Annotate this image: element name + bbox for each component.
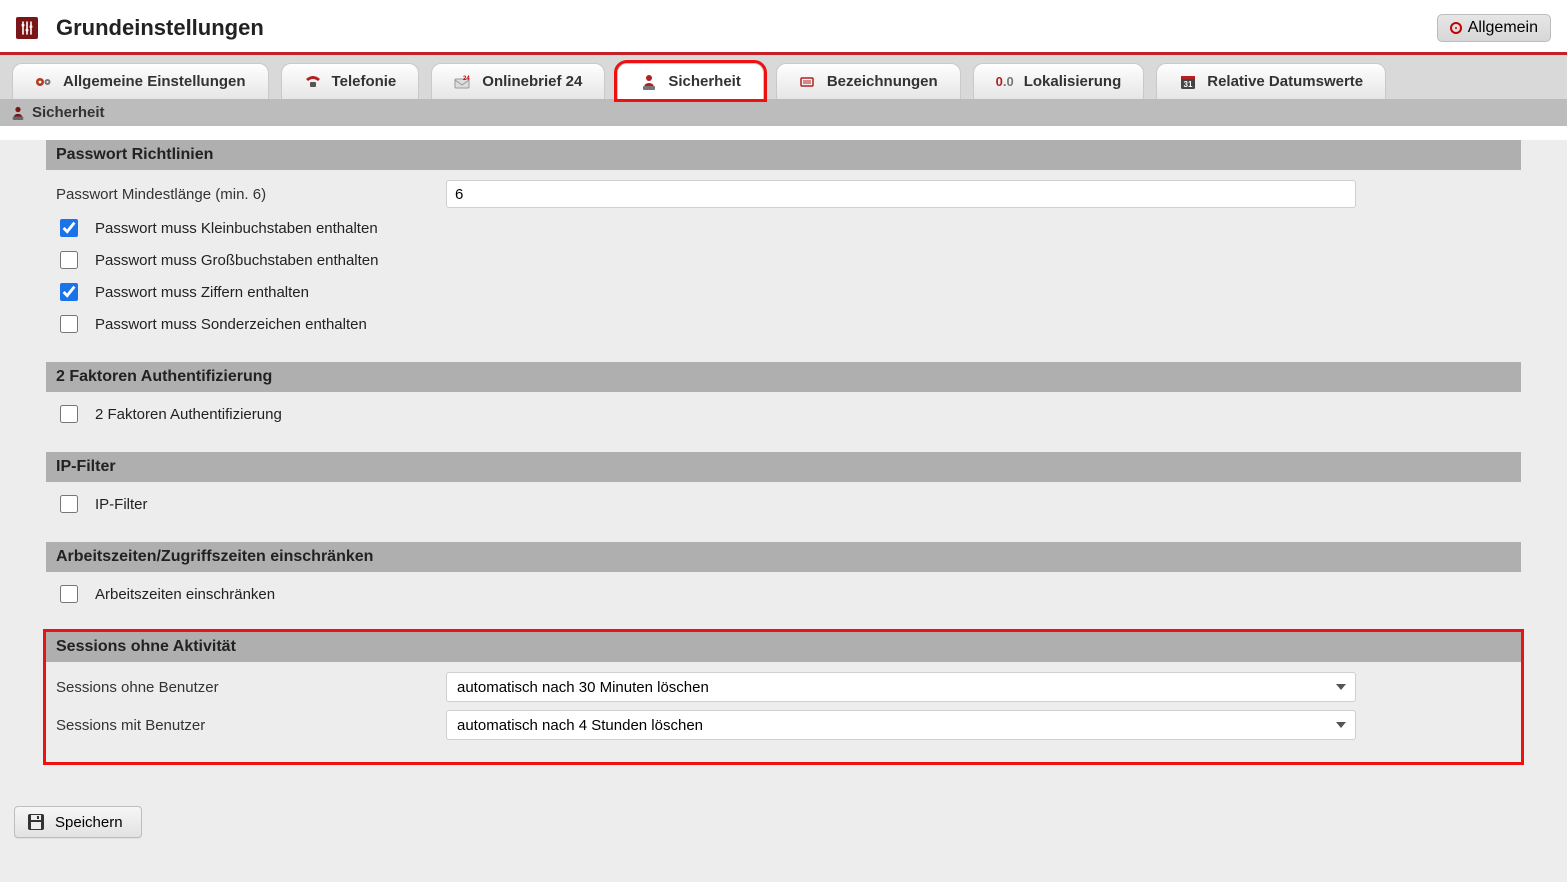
- svg-text:24: 24: [463, 76, 470, 82]
- sessions-no-user-select[interactable]: automatisch nach 30 Minuten löschen: [446, 672, 1356, 702]
- checkbox-special[interactable]: [60, 315, 78, 333]
- subheader-label: Sicherheit: [32, 104, 105, 121]
- section-title: Passwort Richtlinien: [46, 140, 1521, 170]
- checkbox-ip-filter[interactable]: [60, 495, 78, 513]
- sessions-with-user-select[interactable]: automatisch nach 4 Stunden löschen: [446, 710, 1356, 740]
- tab-label: Relative Datumswerte: [1207, 73, 1363, 90]
- tab-bezeichnungen[interactable]: Bezeichnungen: [776, 63, 961, 99]
- tab-label: Onlinebrief 24: [482, 73, 582, 90]
- settings-sliders-icon: [16, 17, 38, 39]
- section-title: Arbeitszeiten/Zugriffszeiten einschränke…: [46, 542, 1521, 572]
- allgemein-label: Allgemein: [1468, 19, 1538, 37]
- security-icon: [640, 74, 658, 90]
- section-sessions: Sessions ohne Aktivität Sessions ohne Be…: [46, 632, 1521, 762]
- svg-text:31: 31: [1184, 80, 1193, 89]
- checkbox-uppercase[interactable]: [60, 251, 78, 269]
- tab-label: Telefonie: [332, 73, 397, 90]
- tab-telefonie[interactable]: Telefonie: [281, 63, 420, 99]
- tab-relative-datumswerte[interactable]: 31 Relative Datumswerte: [1156, 63, 1386, 99]
- tab-lokalisierung[interactable]: 0.0 Lokalisierung: [973, 63, 1145, 99]
- checkbox-special-label: Passwort muss Sonderzeichen enthalten: [95, 316, 367, 333]
- tabs-bar: Allgemeine Einstellungen Telefonie 24 On…: [0, 55, 1567, 99]
- tab-sicherheit[interactable]: Sicherheit: [617, 63, 764, 99]
- content-area: Passwort Richtlinien Passwort Mindestlän…: [0, 140, 1567, 882]
- checkbox-2fa-label: 2 Faktoren Authentifizierung: [95, 406, 282, 423]
- page-header: Grundeinstellungen Allgemein: [0, 0, 1567, 55]
- tags-icon: [799, 74, 817, 90]
- security-icon: [10, 106, 26, 120]
- checkbox-arbeitszeiten[interactable]: [60, 585, 78, 603]
- checkbox-digits-label: Passwort muss Ziffern enthalten: [95, 284, 309, 301]
- footer: Speichern: [0, 792, 1567, 858]
- section-title: Sessions ohne Aktivität: [46, 632, 1521, 662]
- checkbox-ip-filter-label: IP-Filter: [95, 496, 148, 513]
- sessions-no-user-label: Sessions ohne Benutzer: [56, 679, 446, 696]
- section-subheader: Sicherheit: [0, 99, 1567, 126]
- section-2fa: 2 Faktoren Authentifizierung 2 Faktoren …: [46, 362, 1521, 438]
- section-arbeitszeiten: Arbeitszeiten/Zugriffszeiten einschränke…: [46, 542, 1521, 618]
- sessions-with-user-label: Sessions mit Benutzer: [56, 717, 446, 734]
- save-button-label: Speichern: [55, 814, 123, 831]
- page-title: Grundeinstellungen: [56, 15, 264, 41]
- tab-label: Allgemeine Einstellungen: [63, 73, 246, 90]
- min-length-input[interactable]: [446, 180, 1356, 208]
- save-button[interactable]: Speichern: [14, 806, 142, 838]
- checkbox-lowercase-label: Passwort muss Kleinbuchstaben enthalten: [95, 220, 378, 237]
- mail24-icon: 24: [454, 74, 472, 90]
- tab-label: Bezeichnungen: [827, 73, 938, 90]
- checkbox-digits[interactable]: [60, 283, 78, 301]
- tab-onlinebrief[interactable]: 24 Onlinebrief 24: [431, 63, 605, 99]
- section-title: IP-Filter: [46, 452, 1521, 482]
- decimal-icon: 0.0: [996, 74, 1014, 90]
- record-dot-icon: [1450, 22, 1462, 34]
- checkbox-lowercase[interactable]: [60, 219, 78, 237]
- allgemein-button[interactable]: Allgemein: [1437, 14, 1551, 42]
- tab-general[interactable]: Allgemeine Einstellungen: [12, 63, 269, 99]
- min-length-label: Passwort Mindestlänge (min. 6): [56, 186, 446, 203]
- checkbox-2fa[interactable]: [60, 405, 78, 423]
- checkbox-uppercase-label: Passwort muss Großbuchstaben enthalten: [95, 252, 378, 269]
- section-passwort-richtlinien: Passwort Richtlinien Passwort Mindestlän…: [46, 140, 1521, 348]
- phone-icon: [304, 74, 322, 90]
- section-ip-filter: IP-Filter IP-Filter: [46, 452, 1521, 528]
- save-icon: [27, 813, 45, 831]
- tab-label: Lokalisierung: [1024, 73, 1122, 90]
- tab-label: Sicherheit: [668, 73, 741, 90]
- section-title: 2 Faktoren Authentifizierung: [46, 362, 1521, 392]
- gears-icon: [35, 74, 53, 90]
- checkbox-arbeitszeiten-label: Arbeitszeiten einschränken: [95, 586, 275, 603]
- calendar-icon: 31: [1179, 74, 1197, 90]
